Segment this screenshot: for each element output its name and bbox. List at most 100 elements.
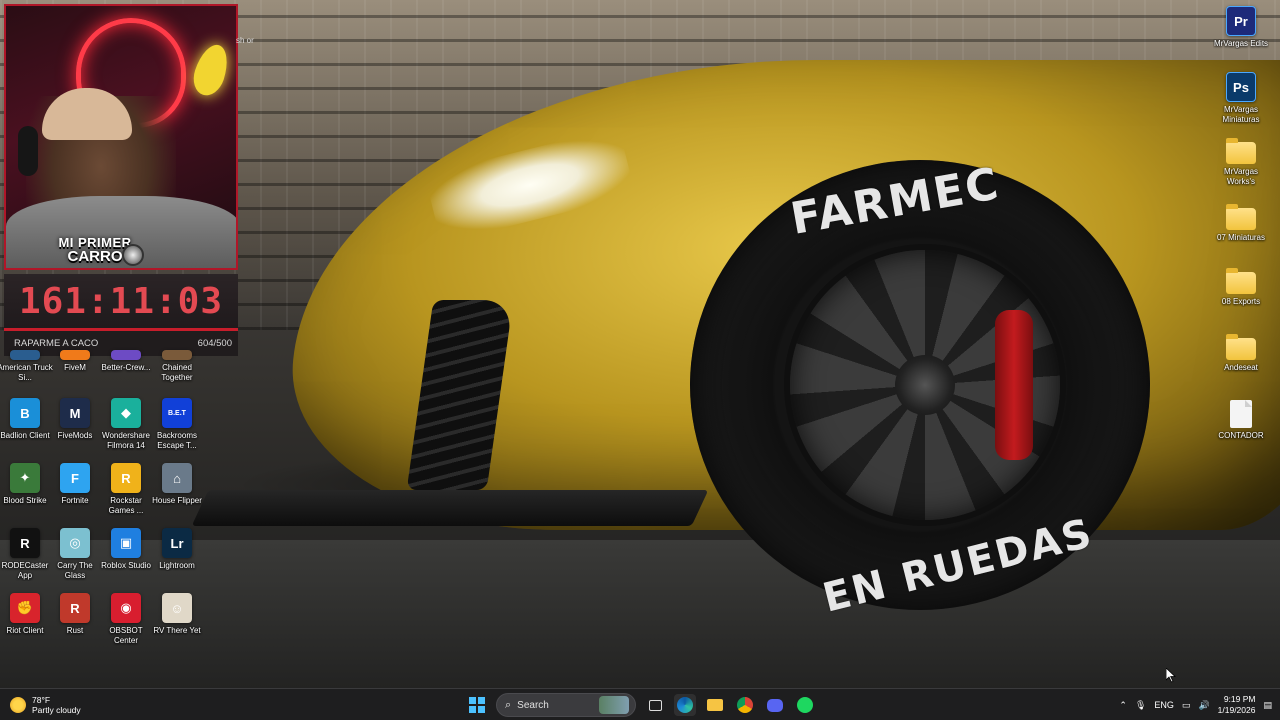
app-icon bbox=[10, 350, 40, 360]
chrome-icon bbox=[737, 697, 753, 713]
chevron-up-icon[interactable]: ⌃ bbox=[1119, 700, 1127, 711]
desktop-icon[interactable]: M FiveMods bbox=[50, 398, 100, 462]
partially-hidden-icon-label: sh or bbox=[236, 36, 254, 45]
weather-widget[interactable]: 78°F Partly cloudy bbox=[10, 693, 81, 717]
mouse-cursor-icon bbox=[1166, 668, 1176, 683]
app-icon: Lr bbox=[162, 528, 192, 558]
sub-goal-label: RAPARME A CACO bbox=[14, 338, 99, 349]
desktop-icon-label: Chained Together bbox=[161, 363, 193, 382]
search-icon: ⌕ bbox=[505, 698, 512, 711]
desktop-icon[interactable]: ◉ OBSBOT Center bbox=[101, 593, 151, 657]
file-explorer-button[interactable] bbox=[704, 694, 726, 716]
clock[interactable]: 9:19 PM 1/19/2026 bbox=[1218, 694, 1256, 716]
stream-overlay: MI PRIMER CARRO 161:11:03 RAPARME A CACO… bbox=[4, 4, 238, 356]
app-icon: Ps bbox=[1226, 72, 1256, 102]
app-icon: R bbox=[111, 463, 141, 493]
windows-logo-icon bbox=[469, 697, 485, 713]
desktop-icon[interactable]: Pr MrVargas Edits bbox=[1214, 6, 1268, 70]
app-icon: ✊ bbox=[10, 593, 40, 623]
app-icon: ⌂ bbox=[162, 463, 192, 493]
desktop-icon[interactable]: R Rockstar Games ... bbox=[101, 463, 151, 527]
desktop-icon[interactable]: CONTADOR bbox=[1214, 400, 1268, 464]
desktop-icon[interactable]: B Badlion Client bbox=[0, 398, 50, 462]
desktop-icon[interactable]: ▣ Roblox Studio bbox=[101, 528, 151, 592]
desktop-icon[interactable]: 08 Exports bbox=[1214, 268, 1268, 332]
mi-primer-carro-badge: MI PRIMER CARRO bbox=[20, 232, 170, 268]
app-icon: ☺ bbox=[162, 593, 192, 623]
desktop-icon[interactable]: F Fortnite bbox=[50, 463, 100, 527]
desktop-icon-label: 07 Miniaturas bbox=[1216, 233, 1266, 242]
app-icon bbox=[60, 350, 90, 360]
desktop-icon-label: RODECaster App bbox=[1, 561, 49, 580]
desktop-icon[interactable]: ☺ RV There Yet bbox=[152, 593, 202, 657]
desktop-icon[interactable]: ⌂ House Flipper bbox=[152, 463, 202, 527]
app-icon: R bbox=[10, 528, 40, 558]
desktop-icon-label: Andeseat bbox=[1224, 363, 1258, 372]
app-icon: ◎ bbox=[60, 528, 90, 558]
desktop-icon-label: Blood Strike bbox=[3, 496, 47, 505]
search-placeholder: Search bbox=[517, 699, 549, 711]
wallpaper-front-splitter bbox=[191, 490, 709, 526]
badge-line-2: CARRO bbox=[67, 248, 123, 265]
task-view-button[interactable] bbox=[644, 694, 666, 716]
desktop-icon-label: Carry The Glass bbox=[57, 561, 93, 580]
app-icon bbox=[162, 350, 192, 360]
desktop-icon[interactable]: B.E.T Backrooms Escape T... bbox=[152, 398, 202, 462]
desktop-icon[interactable]: 07 Miniaturas bbox=[1214, 204, 1268, 268]
app-icon: M bbox=[60, 398, 90, 428]
folder-icon bbox=[1226, 138, 1256, 164]
desktop-icon-label: Lightroom bbox=[159, 561, 195, 570]
desktop-icon-label: OBSBOT Center bbox=[109, 626, 143, 645]
desktop-icon-label: Rockstar Games ... bbox=[108, 496, 144, 515]
notification-icon[interactable]: ▤ bbox=[1263, 700, 1272, 711]
desktop-icon[interactable]: ◎ Carry The Glass bbox=[50, 528, 100, 592]
network-icon[interactable]: ▭ bbox=[1182, 700, 1191, 711]
sub-goal-progress: 604/500 bbox=[197, 338, 232, 349]
search-highlight-image bbox=[599, 696, 629, 714]
folder-icon bbox=[1226, 334, 1256, 360]
desktop-icon[interactable]: MrVargas Works's bbox=[1214, 138, 1268, 202]
webcam-feed: MI PRIMER CARRO bbox=[4, 4, 238, 270]
desktop-icon[interactable]: ✊ Riot Client bbox=[0, 593, 50, 657]
wallpaper-hub bbox=[895, 355, 955, 415]
desktop-icon[interactable]: Andeseat bbox=[1214, 334, 1268, 398]
app-icon: ✦ bbox=[10, 463, 40, 493]
wallpaper-brake-caliper bbox=[995, 310, 1033, 460]
folder-icon bbox=[1226, 204, 1256, 230]
taskbar-search[interactable]: ⌕ Search bbox=[496, 693, 636, 717]
desktop-icon-label: Roblox Studio bbox=[101, 561, 151, 570]
clock-date: 1/19/2026 bbox=[1217, 705, 1256, 715]
folder-icon bbox=[707, 699, 723, 711]
edge-icon bbox=[677, 697, 693, 713]
volume-icon[interactable]: 🔊 bbox=[1198, 700, 1209, 711]
discord-icon bbox=[767, 698, 783, 712]
desktop-icon-label: Backrooms Escape T... bbox=[156, 431, 197, 450]
desktop-icon-label: Wondershare Filmora 14 bbox=[102, 431, 150, 450]
language-indicator[interactable]: ENG bbox=[1154, 700, 1174, 710]
subathon-timer: 161:11:03 bbox=[4, 274, 238, 328]
edge-button[interactable] bbox=[674, 694, 696, 716]
weather-temp: 78°F bbox=[32, 695, 51, 705]
desktop-icon-label: Rust bbox=[66, 626, 84, 635]
desktop-icon-label: RV There Yet bbox=[153, 626, 201, 635]
desktop-icon-label: CONTADOR bbox=[1218, 431, 1264, 440]
desktop-icon[interactable]: R RODECaster App bbox=[0, 528, 50, 592]
folder-icon bbox=[1226, 268, 1256, 294]
desktop-icon[interactable]: R Rust bbox=[50, 593, 100, 657]
app-icon: ▣ bbox=[111, 528, 141, 558]
desktop-icon-label: Better-Crew... bbox=[101, 363, 151, 372]
microphone-icon[interactable]: 🎙 bbox=[1135, 700, 1146, 711]
app-icon: ◆ bbox=[111, 398, 141, 428]
desktop-icon[interactable]: Ps MrVargas Miniaturas bbox=[1214, 72, 1268, 136]
spotify-button[interactable] bbox=[794, 694, 816, 716]
discord-button[interactable] bbox=[764, 694, 786, 716]
app-icon bbox=[111, 350, 141, 360]
start-button[interactable] bbox=[466, 694, 488, 716]
desktop-icon[interactable]: ✦ Blood Strike bbox=[0, 463, 50, 527]
weather-desc: Partly cloudy bbox=[32, 705, 81, 715]
desktop-icon-label: Fortnite bbox=[61, 496, 89, 505]
desktop-icon[interactable]: ◆ Wondershare Filmora 14 bbox=[101, 398, 151, 462]
desktop-icon[interactable]: Lr Lightroom bbox=[152, 528, 202, 592]
neon-banana-icon bbox=[188, 40, 234, 100]
chrome-button[interactable] bbox=[734, 694, 756, 716]
